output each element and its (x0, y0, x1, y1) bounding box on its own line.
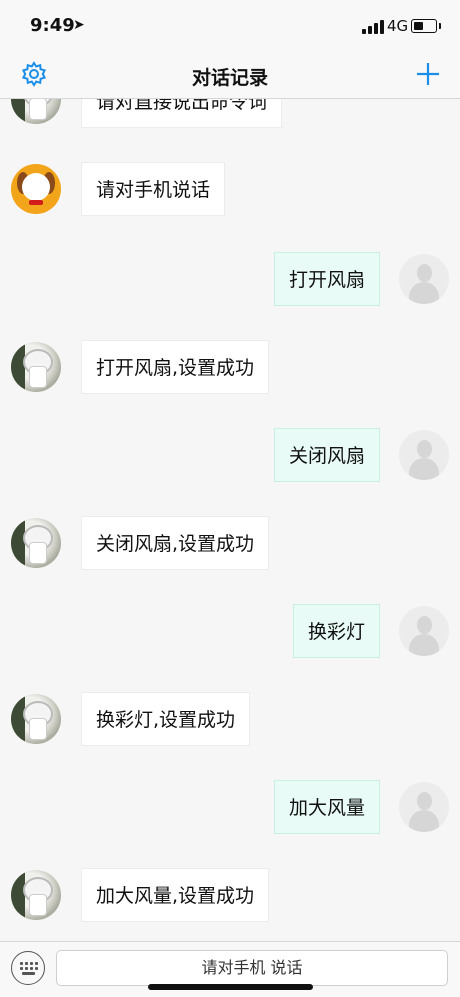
message-bubble: 请对手机说话 (81, 162, 226, 216)
fan-device-avatar (11, 342, 61, 392)
battery-icon (411, 19, 441, 33)
user-avatar (399, 430, 449, 480)
home-indicator[interactable] (148, 984, 313, 990)
user-avatar (399, 606, 449, 656)
chat-history[interactable]: 请对直接说出命令词 请对手机说话 打开风扇 打开风扇,设置成功 关闭风扇 关闭风… (0, 99, 460, 941)
message-bubble: 打开风扇,设置成功 (81, 340, 270, 394)
message-bubble: 请对直接说出命令词 (81, 99, 283, 128)
dog-avatar (11, 164, 61, 214)
network-type: 4G (387, 17, 409, 35)
page-title: 对话记录 (191, 67, 268, 89)
message-bubble: 关闭风扇 (273, 428, 380, 482)
nav-bar: 对话记录 (0, 54, 460, 99)
message-bubble: 换彩灯,设置成功 (81, 692, 251, 746)
keyboard-icon[interactable] (11, 951, 45, 985)
fan-device-avatar (11, 694, 61, 744)
status-bar: 9:49 ➤ 4G (0, 0, 460, 54)
status-time: 9:49 (30, 15, 75, 36)
location-arrow-icon: ➤ (73, 17, 85, 33)
plus-icon[interactable] (412, 58, 444, 90)
hold-to-speak-button[interactable]: 请对手机 说话 (56, 950, 448, 986)
message-bubble: 换彩灯 (292, 604, 380, 658)
fan-device-avatar (11, 870, 61, 920)
fan-device-avatar (11, 99, 61, 124)
user-avatar (399, 782, 449, 832)
user-avatar (399, 254, 449, 304)
fan-device-avatar (11, 518, 61, 568)
message-bubble: 加大风量 (273, 780, 380, 834)
signal-icon (362, 20, 384, 34)
message-bubble: 加大风量,设置成功 (81, 868, 270, 922)
message-bubble: 关闭风扇,设置成功 (81, 516, 270, 570)
message-bubble: 打开风扇 (273, 252, 380, 306)
